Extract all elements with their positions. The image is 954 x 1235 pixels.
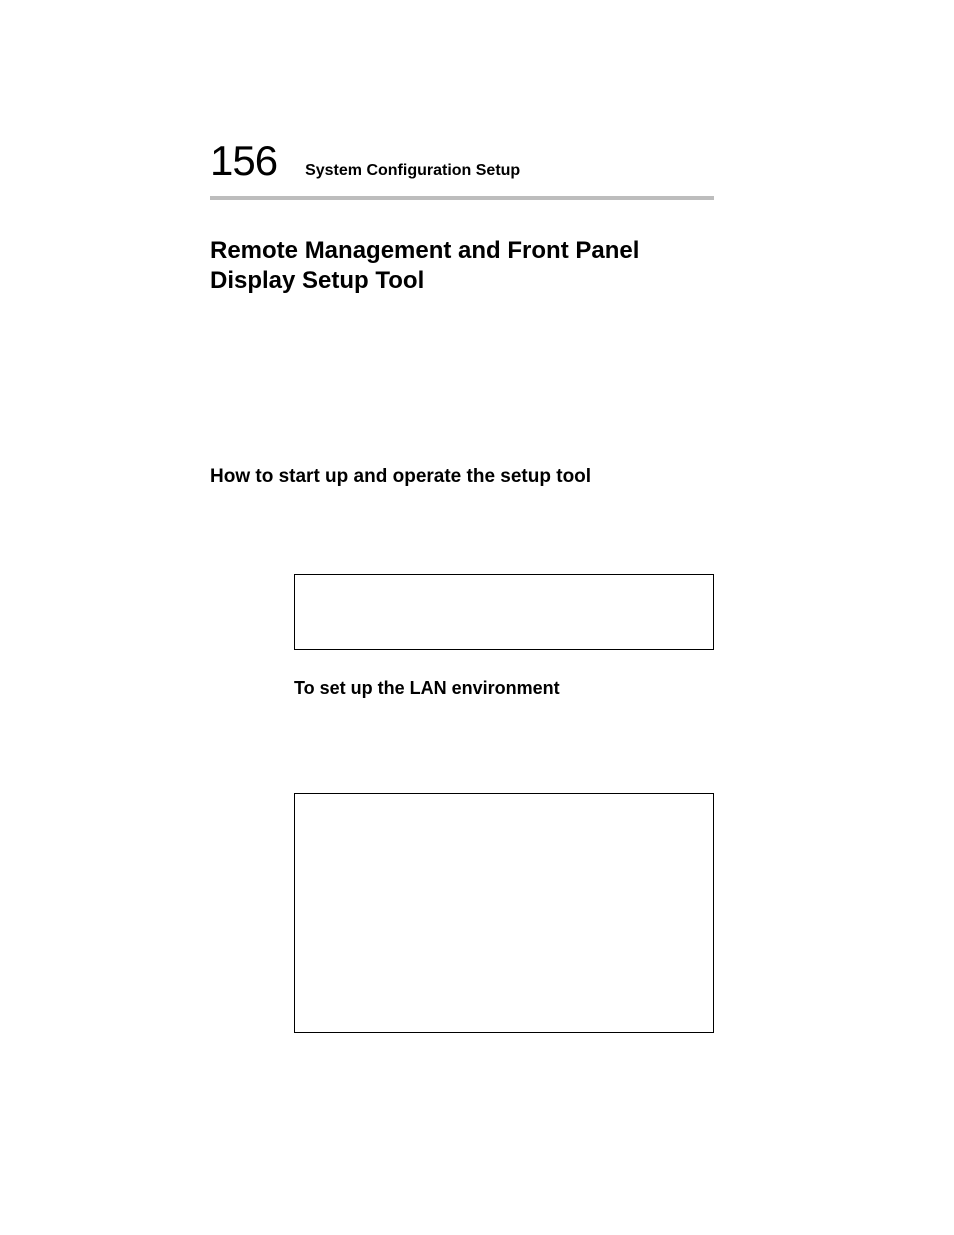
page-header: 156 System Configuration Setup	[210, 140, 714, 200]
figure-box-small	[294, 574, 714, 650]
subsection-heading: How to start up and operate the setup to…	[210, 466, 714, 488]
figure-box-large	[294, 793, 714, 1033]
section-heading: Remote Management and Front Panel Displa…	[210, 236, 714, 296]
chapter-title: System Configuration Setup	[305, 162, 520, 180]
inset-content: To set up the LAN environment	[294, 574, 714, 1033]
page-number: 156	[210, 140, 277, 182]
inset-subheading: To set up the LAN environment	[294, 678, 714, 699]
document-page: 156 System Configuration Setup Remote Ma…	[0, 0, 954, 1033]
